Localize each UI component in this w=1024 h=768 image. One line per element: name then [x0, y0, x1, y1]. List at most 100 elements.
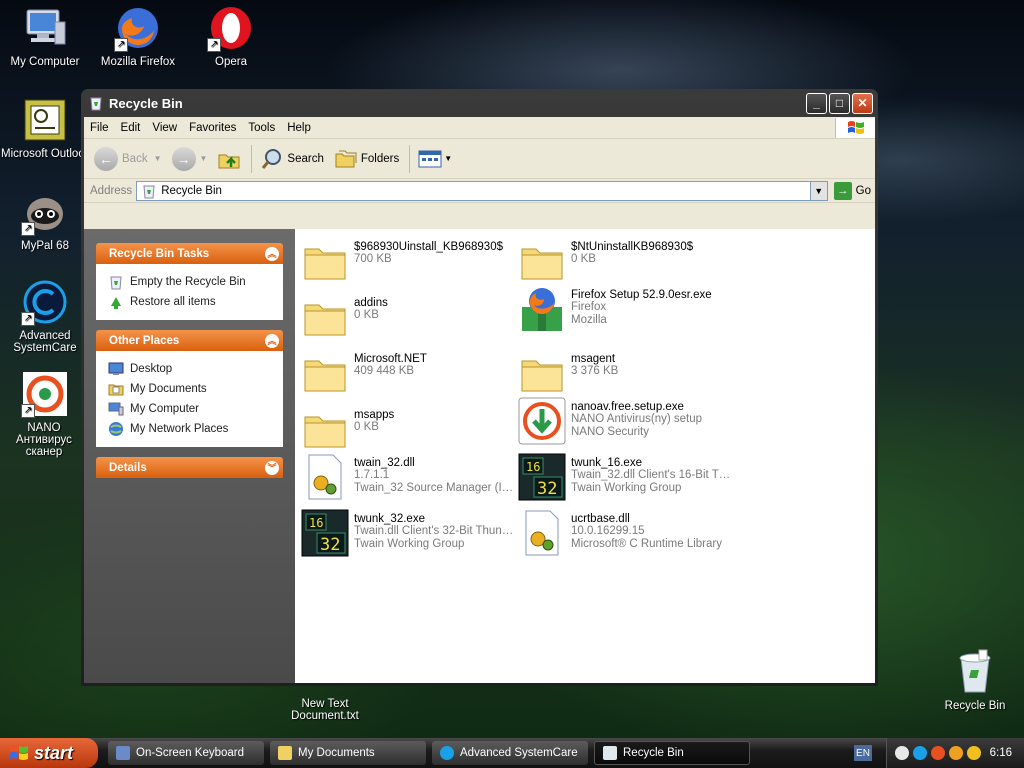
forward-button[interactable]: → ▼: [171, 146, 208, 171]
menu-favorites[interactable]: Favorites: [183, 122, 242, 134]
chevron-down-icon: ▼: [199, 154, 208, 163]
title-bar[interactable]: Recycle Bin _ □ ✕: [84, 89, 875, 117]
tray-search-icon[interactable]: [967, 746, 981, 760]
list-item[interactable]: nanoav.free.setup.exe NANO Antivirus(ny) …: [518, 397, 734, 451]
desktop-icon-nano-scanner[interactable]: ↗ NANO Антивирус сканер: [1, 370, 89, 458]
advanced-systemcare-icon: [440, 746, 454, 760]
maximize-button[interactable]: □: [829, 92, 850, 114]
folder-icon: [301, 349, 349, 397]
details-header[interactable]: Details ︾: [96, 457, 283, 478]
desktop-icon-label: New Text Document.txt: [291, 698, 359, 722]
dll-icon: [518, 509, 566, 557]
desktop-icon-label: My Computer: [10, 56, 80, 68]
desktop-icon-label: Mozilla Firefox: [100, 56, 176, 68]
desktop-icon-recycle-bin[interactable]: Recycle Bin: [931, 648, 1019, 712]
go-arrow-icon: →: [833, 181, 852, 200]
list-item[interactable]: msapps 0 KB: [301, 405, 517, 459]
twunk16-icon: 16 32: [518, 453, 566, 501]
task-my-documents[interactable]: My Documents: [270, 741, 426, 765]
desktop-icon-new-text-document[interactable]: New Text Document.txt: [281, 698, 369, 722]
folder-icon: [301, 237, 349, 285]
task-on-screen-keyboard[interactable]: On-Screen Keyboard: [108, 741, 264, 765]
desktop-icon-outlook[interactable]: Microsoft Outlook: [1, 96, 89, 160]
restore-all-items-link[interactable]: Restore all items: [108, 292, 271, 312]
folder-icon: [278, 746, 292, 760]
recycle-bin-tasks-header[interactable]: Recycle Bin Tasks ︽: [96, 243, 283, 264]
file-list: $968930Uinstall_KB968930$ 700 KB $NtUnins…: [295, 229, 875, 683]
mypal-icon: ↗: [21, 188, 69, 236]
back-button[interactable]: ← Back ▼: [94, 146, 162, 171]
my-computer-icon: [108, 402, 124, 416]
advanced-systemcare-icon: ↗: [21, 278, 69, 326]
search-button[interactable]: Search: [260, 147, 324, 171]
start-button[interactable]: start: [0, 738, 98, 768]
shortcut-arrow-icon: ↗: [21, 222, 35, 236]
views-icon: [418, 150, 442, 167]
tray-systemcare-icon[interactable]: [913, 746, 927, 760]
place-desktop[interactable]: Desktop: [108, 359, 271, 379]
collapse-chevron-icon: ︽: [265, 333, 279, 348]
tray-tool-icon[interactable]: [949, 746, 963, 760]
up-folder-button[interactable]: [217, 147, 241, 171]
folders-button[interactable]: Folders: [334, 148, 399, 170]
list-item[interactable]: addins 0 KB: [301, 293, 517, 347]
menu-help[interactable]: Help: [281, 122, 317, 134]
restore-arrow-icon: [111, 297, 121, 309]
recycle-bin-icon: [603, 746, 617, 760]
folder-icon: [301, 293, 349, 341]
list-item[interactable]: Firefox Setup 52.9.0esr.exe Firefox Mozill…: [518, 285, 734, 339]
svg-text:16: 16: [309, 516, 323, 530]
task-pane: Recycle Bin Tasks ︽ Empty the Recycle Bi…: [84, 229, 295, 683]
task-advanced-systemcare[interactable]: Advanced SystemCare: [432, 741, 588, 765]
list-item[interactable]: $NtUninstallKB968930$ 0 KB: [518, 237, 734, 291]
list-item[interactable]: ucrtbase.dll 10.0.16299.15 Microsoft® C Ru…: [518, 509, 734, 563]
menu-tools[interactable]: Tools: [242, 122, 281, 134]
address-bar: Address Recycle Bin ▼ → Go: [84, 179, 875, 203]
list-item[interactable]: Microsoft.NET 409 448 KB: [301, 349, 517, 403]
place-my-documents[interactable]: My Documents: [108, 379, 271, 399]
desktop-icon-opera[interactable]: ↗ Opera: [187, 4, 275, 68]
place-my-computer[interactable]: My Computer: [108, 399, 271, 419]
clock: 6:16: [989, 747, 1012, 759]
list-item[interactable]: twain_32.dll 1.7.1.1 Twain_32 Source Manag…: [301, 453, 517, 507]
task-recycle-bin[interactable]: Recycle Bin: [594, 741, 750, 765]
chevron-down-icon: ▼: [153, 154, 162, 163]
windows-flag-icon: [835, 117, 875, 138]
opera-icon: ↗: [207, 4, 255, 52]
desktop-icon-firefox[interactable]: ↗ Mozilla Firefox: [94, 4, 182, 68]
other-places-body: Desktop My Documents My Computer My Netw…: [96, 351, 283, 447]
list-item[interactable]: 16 32 twunk_16.exe Twain_32.dll Client's 1…: [518, 453, 734, 507]
go-button[interactable]: → Go: [833, 181, 871, 200]
desktop-icon-advanced-systemcare[interactable]: ↗ Advanced SystemCare: [1, 278, 89, 354]
other-places-header[interactable]: Other Places ︽: [96, 330, 283, 351]
menu-edit[interactable]: Edit: [115, 122, 147, 134]
details-group: Details ︾: [96, 457, 283, 478]
menu-file[interactable]: File: [84, 122, 115, 134]
empty-recycle-bin-link[interactable]: Empty the Recycle Bin: [108, 272, 271, 292]
language-indicator[interactable]: EN: [854, 745, 872, 761]
address-dropdown-button[interactable]: ▼: [810, 180, 828, 201]
desktop-icon-mypal[interactable]: ↗ MyPal 68: [1, 188, 89, 252]
desktop-icon-my-computer[interactable]: My Computer: [1, 4, 89, 68]
place-my-network-places[interactable]: My Network Places: [108, 419, 271, 439]
recycle-bin-icon: [143, 185, 155, 198]
recycle-bin-icon: [90, 97, 102, 111]
tray-app-icon[interactable]: [895, 746, 909, 760]
views-button[interactable]: ▼: [418, 149, 452, 169]
minimize-button[interactable]: _: [806, 92, 827, 114]
list-item[interactable]: 16 32 twunk_32.exe Twain.dll Client's 32-B…: [301, 509, 517, 563]
list-item[interactable]: $968930Uinstall_KB968930$ 700 KB: [301, 237, 517, 291]
menu-view[interactable]: View: [146, 122, 183, 134]
close-button[interactable]: ✕: [852, 92, 873, 114]
toolbar: ← Back ▼ → ▼ Search Folders ▼: [84, 139, 875, 179]
svg-text:16: 16: [526, 460, 540, 474]
menu-bar: File Edit View Favorites Tools Help: [84, 117, 875, 139]
firefox-setup-icon: [518, 285, 566, 333]
svg-text:32: 32: [320, 535, 340, 555]
recycle-bin-tasks-body: Empty the Recycle Bin Restore all items: [96, 264, 283, 320]
recycle-bin-icon: [110, 276, 122, 290]
list-item[interactable]: msagent 3 376 KB: [518, 349, 734, 403]
tray-nano-icon[interactable]: [931, 746, 945, 760]
address-input[interactable]: Recycle Bin: [136, 180, 811, 201]
firefox-icon: ↗: [114, 4, 162, 52]
